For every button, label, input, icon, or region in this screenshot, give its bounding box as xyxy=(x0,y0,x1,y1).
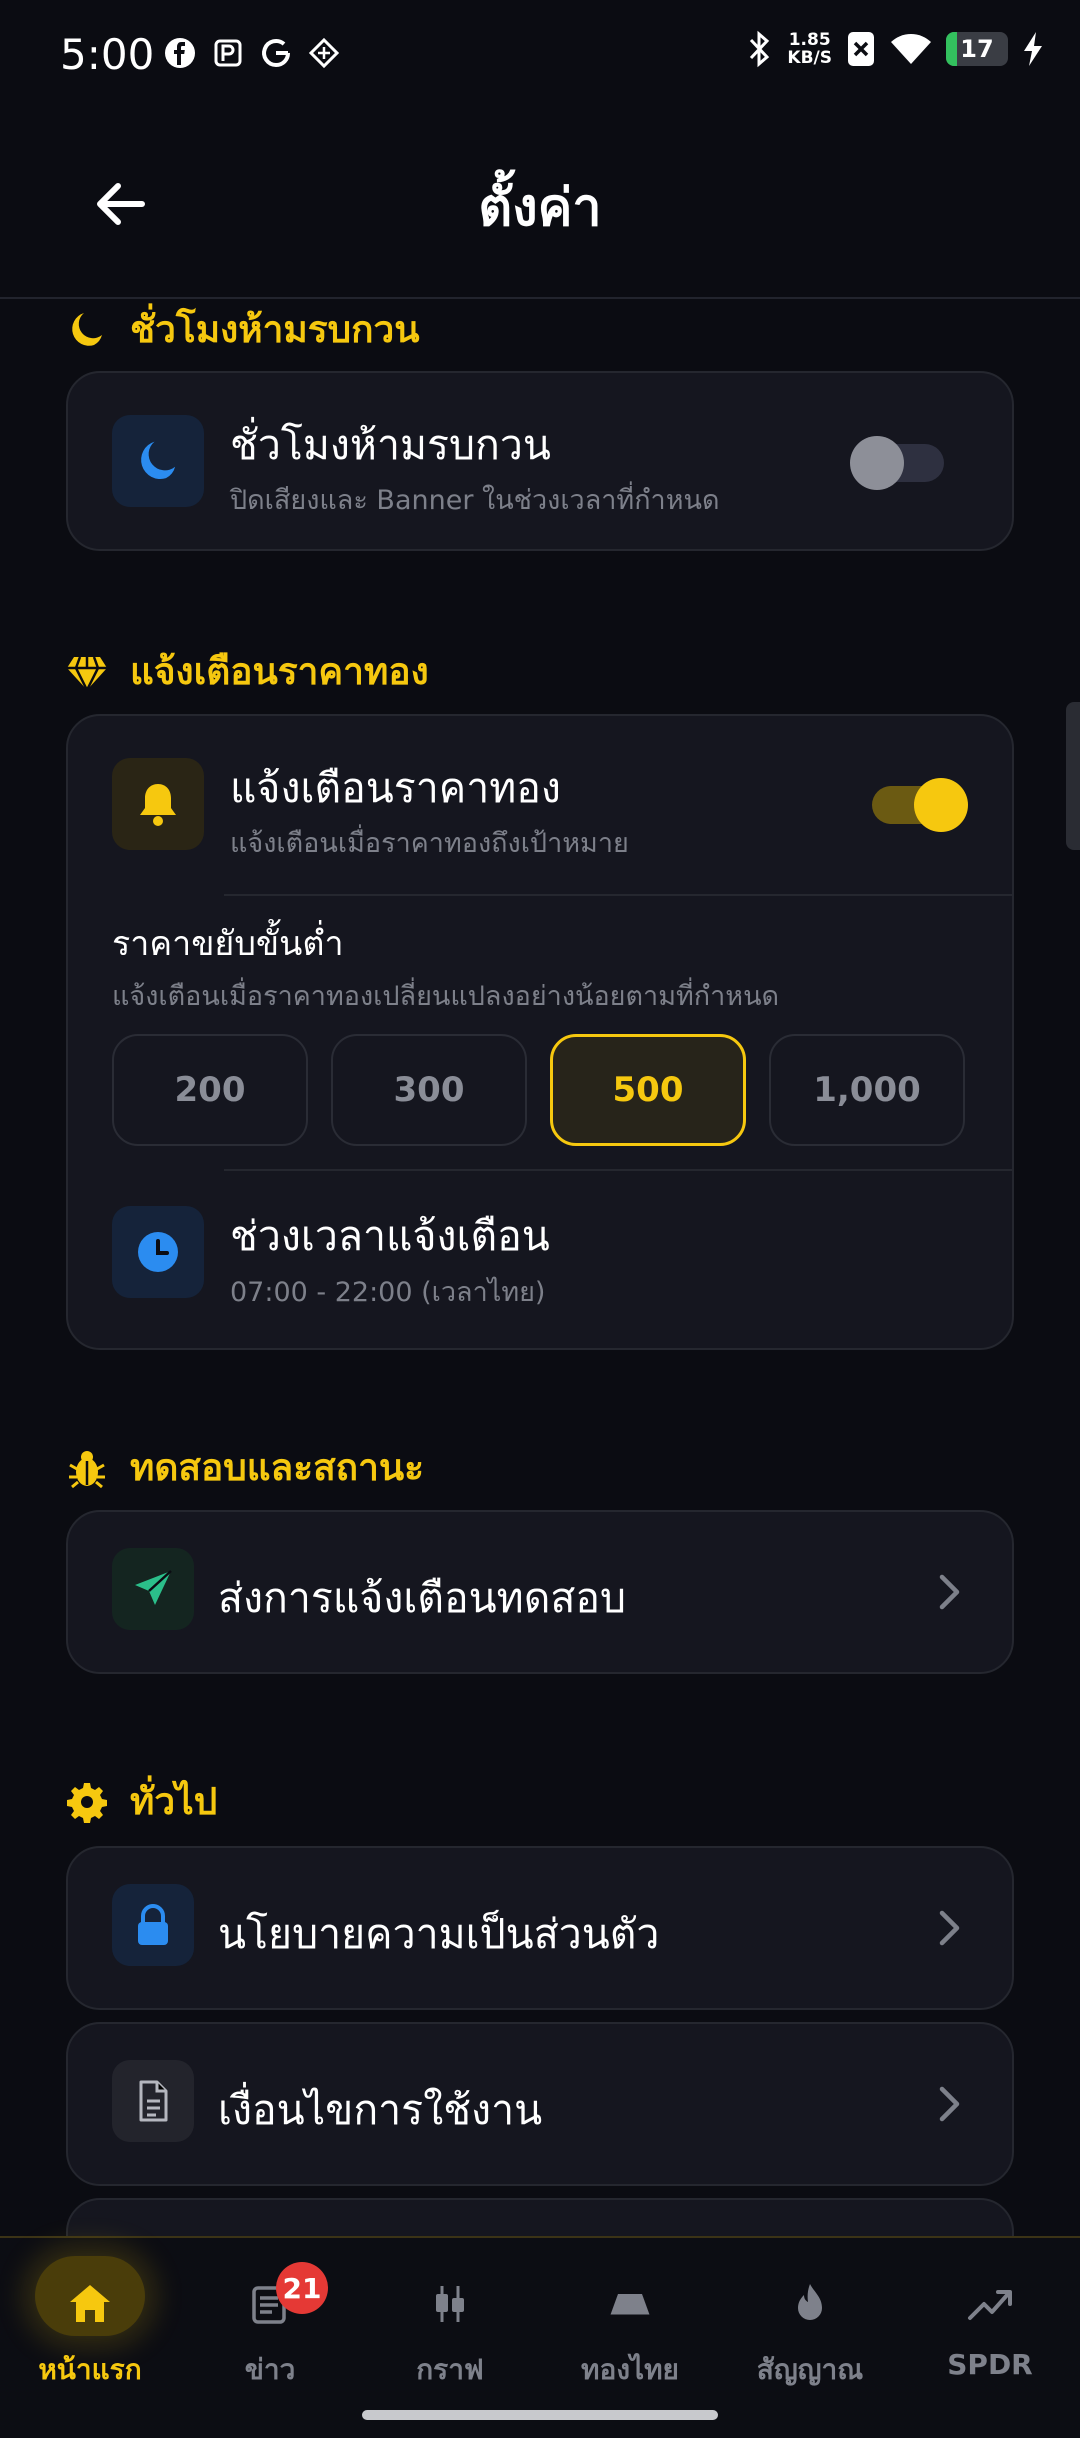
google-icon xyxy=(259,36,293,70)
home-indicator[interactable] xyxy=(362,2410,718,2420)
bell-icon xyxy=(140,784,176,826)
gear-icon xyxy=(67,1782,107,1823)
settings-list[interactable]: ชั่วโมงห้ามรบกวน ชั่วโมงห้ามรบกวน ปิดเสี… xyxy=(0,298,1080,2236)
step-option-200[interactable]: 200 xyxy=(112,1034,308,1146)
dnd-title: ชั่วโมงห้ามรบกวน xyxy=(230,421,551,469)
send-test-title: ส่งการแจ้งเตือนทดสอบ xyxy=(218,1574,626,1622)
chevron-right-icon xyxy=(939,1910,960,1946)
terms-icon-box xyxy=(112,2060,194,2142)
nav-signal[interactable]: สัญญาณ xyxy=(720,2256,900,2396)
nav-thai-gold[interactable]: ทองไทย xyxy=(540,2256,720,2396)
section-title-general: ทั่วไป xyxy=(66,1772,217,1831)
app-diamond-icon xyxy=(307,36,341,70)
divider xyxy=(224,1169,1012,1171)
min-step-options: 200 300 500 1,000 xyxy=(112,1034,972,1146)
divider xyxy=(224,894,1012,896)
dnd-toggle[interactable] xyxy=(850,436,944,490)
alert-time-row[interactable]: ช่วงเวลาแจ้งเตือน 07:00 - 22:00 (เวลาไทย… xyxy=(68,1172,1012,1348)
privacy-policy-row[interactable]: นโยบายความเป็นส่วนตัว xyxy=(66,1846,1014,2010)
nav-home[interactable]: หน้าแรก xyxy=(0,2256,180,2396)
send-icon xyxy=(135,1570,172,1605)
nav-spdr[interactable]: SPDR xyxy=(900,2256,1080,2396)
test-icon-box xyxy=(112,1548,194,1630)
status-time: 5:00 xyxy=(60,30,155,79)
step-option-300[interactable]: 300 xyxy=(331,1034,527,1146)
privacy-title: นโยบายความเป็นส่วนตัว xyxy=(218,1910,660,1958)
wifi-icon xyxy=(891,34,931,64)
battery-fill xyxy=(946,32,957,66)
terms-of-use-row[interactable]: เงื่อนไขการใช้งาน xyxy=(66,2022,1014,2186)
gold-alert-icon-box xyxy=(112,758,204,850)
gold-alert-toggle-knob xyxy=(914,778,968,832)
gold-bar-icon xyxy=(604,2278,656,2330)
system-icons: 1.85 KB/S 17 xyxy=(747,30,1044,68)
diamond-icon xyxy=(67,656,107,693)
min-step-title: ราคาขยับขั้นต่ำ xyxy=(112,924,344,964)
network-speed: 1.85 KB/S xyxy=(787,30,832,68)
nav-chart[interactable]: กราฟ xyxy=(360,2256,540,2396)
scrollbar[interactable] xyxy=(1066,702,1080,850)
dnd-toggle-knob xyxy=(850,436,904,490)
document-icon xyxy=(139,2080,168,2122)
bug-icon xyxy=(69,1450,105,1488)
page-title: ตั้งค่า xyxy=(478,178,602,238)
section-title-dnd: ชั่วโมงห้ามรบกวน xyxy=(66,300,420,359)
lock-icon xyxy=(138,1904,168,1945)
status-bar: 5:00 1.85 KB/S 17 xyxy=(0,0,1080,115)
gold-alert-toggle[interactable] xyxy=(872,778,968,832)
send-test-notification-row[interactable]: ส่งการแจ้งเตือนทดสอบ xyxy=(66,1510,1014,1674)
app-header: ตั้งค่า xyxy=(0,115,1080,299)
bluetooth-icon xyxy=(750,30,770,68)
dnd-subtitle: ปิดเสียงและ Banner ในช่วงเวลาที่กำหนด xyxy=(230,485,720,516)
nav-news[interactable]: 21 ข่าว xyxy=(180,2256,360,2396)
parking-app-icon xyxy=(211,36,245,70)
section-title-gold-alert: แจ้งเตือนราคาทอง xyxy=(66,642,429,701)
moon-icon xyxy=(141,441,176,480)
battery-icon: 17 xyxy=(946,32,1008,66)
alert-time-subtitle: 07:00 - 22:00 (เวลาไทย) xyxy=(230,1277,546,1308)
no-sim-icon xyxy=(848,32,874,66)
charging-icon xyxy=(1024,32,1042,66)
chevron-right-icon xyxy=(939,1574,960,1610)
trending-up-icon xyxy=(964,2278,1016,2330)
min-step-subtitle: แจ้งเตือนเมื่อราคาทองเปลี่ยนแปลงอย่างน้อ… xyxy=(112,981,780,1012)
alert-time-title: ช่วงเวลาแจ้งเตือน xyxy=(230,1212,550,1260)
dnd-icon-box xyxy=(112,415,204,507)
alert-time-icon-box xyxy=(112,1206,204,1298)
terms-title: เงื่อนไขการใช้งาน xyxy=(218,2086,543,2134)
candlestick-chart-icon xyxy=(424,2278,476,2330)
section-title-test: ทดสอบและสถานะ xyxy=(66,1438,424,1497)
home-icon xyxy=(64,2278,116,2330)
next-setting-row[interactable] xyxy=(66,2198,1014,2236)
step-option-1000[interactable]: 1,000 xyxy=(769,1034,965,1146)
gold-alert-title: แจ้งเตือนราคาทอง xyxy=(230,764,561,812)
facebook-icon xyxy=(163,36,197,70)
step-option-500[interactable]: 500 xyxy=(550,1034,746,1146)
bottom-navigation: หน้าแรก 21 ข่าว กราฟ ทองไทย สัญญาณ SPDR xyxy=(0,2236,1080,2438)
gold-alert-card: แจ้งเตือนราคาทอง แจ้งเตือนเมื่อราคาทองถึ… xyxy=(66,714,1014,1350)
news-badge: 21 xyxy=(276,2262,328,2314)
flame-icon xyxy=(784,2278,836,2330)
notification-icons xyxy=(163,36,341,70)
clock-icon xyxy=(138,1232,178,1272)
privacy-icon-box xyxy=(112,1884,194,1966)
moon-icon xyxy=(72,312,102,346)
gold-alert-subtitle: แจ้งเตือนเมื่อราคาทองถึงเป้าหมาย xyxy=(230,828,629,859)
chevron-right-icon xyxy=(939,2086,960,2122)
dnd-card: ชั่วโมงห้ามรบกวน ปิดเสียงและ Banner ในช่… xyxy=(66,371,1014,551)
